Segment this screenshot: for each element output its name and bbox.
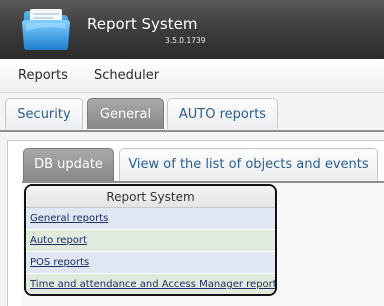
app-version: 3.5.0.1739 (165, 36, 206, 45)
pos-reports-link[interactable]: POS reports (30, 257, 89, 268)
tab-view-objects-events[interactable]: View of the list of objects and events (119, 148, 378, 181)
menu-item-scheduler[interactable]: Scheduler (94, 68, 159, 83)
list-item: General reports (26, 208, 275, 230)
sub-tabs: DB update View of the list of objects an… (22, 146, 384, 183)
tab-security[interactable]: Security (5, 98, 83, 129)
tab-auto-reports[interactable]: AUTO reports (167, 98, 278, 129)
folder-icon (22, 9, 70, 50)
report-list-header: Report System (26, 186, 275, 208)
general-reports-link[interactable]: General reports (30, 213, 108, 224)
main-tabs: Security General AUTO reports (0, 93, 384, 132)
menu-item-reports[interactable]: Reports (18, 68, 68, 83)
menu-bar: Reports Scheduler (0, 59, 384, 93)
app-title: Report System (87, 15, 198, 33)
time-attendance-reports-link[interactable]: Time and attendance and Access Manager r… (30, 279, 275, 290)
list-item: Auto report (26, 230, 275, 252)
tab-db-update[interactable]: DB update (23, 148, 114, 181)
auto-report-link[interactable]: Auto report (30, 235, 87, 246)
list-item: Time and attendance and Access Manager r… (26, 274, 275, 294)
app-header: Report System 3.5.0.1739 (0, 0, 384, 59)
report-system-list: Report System General reports Auto repor… (24, 184, 277, 296)
list-item: POS reports (26, 252, 275, 274)
tab-general[interactable]: General (87, 98, 164, 129)
